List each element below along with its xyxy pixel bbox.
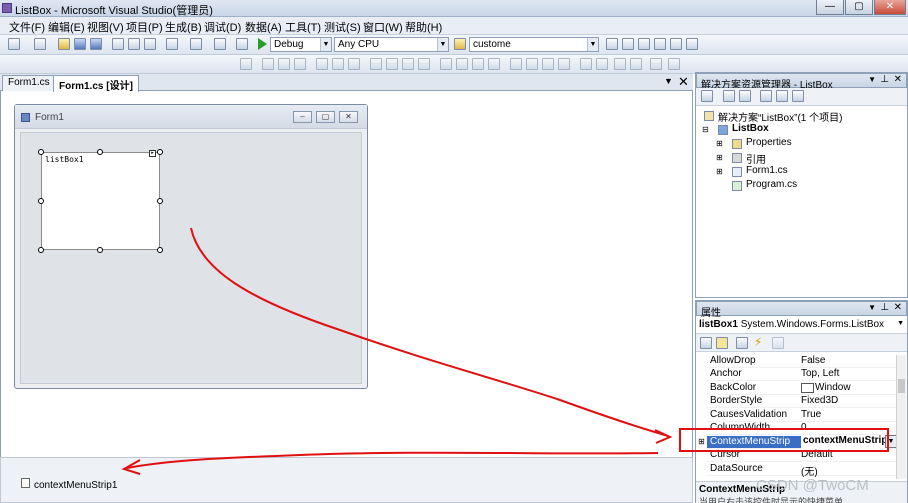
tab-form1-designer[interactable]: Form1.cs [设计] bbox=[53, 75, 139, 92]
annotation-arrow-to-tray bbox=[126, 451, 659, 469]
arrowhead bbox=[654, 429, 673, 444]
watermark: CSDN @TwoCM bbox=[756, 477, 869, 494]
annotation-arrow-to-property bbox=[190, 227, 669, 437]
